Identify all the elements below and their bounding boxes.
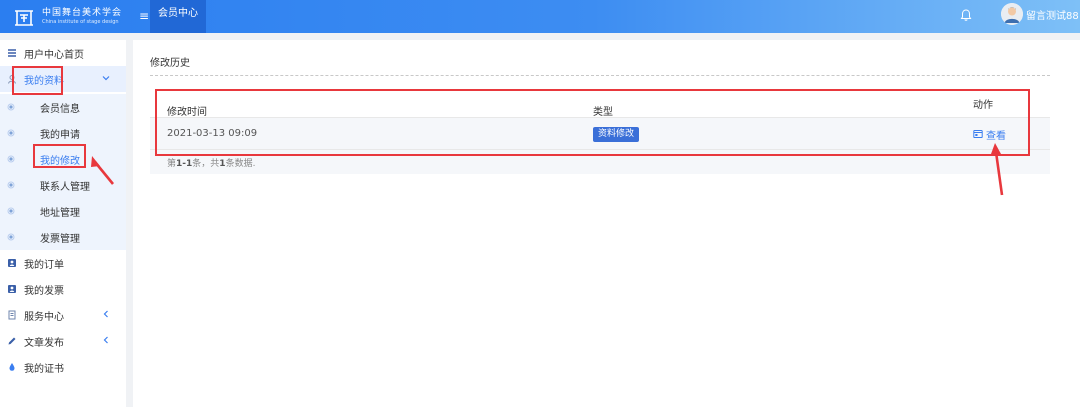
sidebar-subitem-my-applications[interactable]: 我的申请 bbox=[0, 120, 126, 146]
user-name[interactable]: 留言测试88 bbox=[1026, 7, 1079, 22]
column-header-action: 动作 bbox=[973, 100, 993, 111]
order-icon bbox=[8, 259, 16, 267]
sidebar-subitem-label: 会员信息 bbox=[40, 104, 80, 115]
page-title: 修改历史 bbox=[150, 58, 190, 69]
title-divider bbox=[150, 75, 1050, 76]
sidebar-item-my-certificates[interactable]: 我的证书 bbox=[0, 354, 126, 380]
top-bar: 中国舞台美术学会 China institute of stage design… bbox=[0, 0, 1080, 33]
sidebar-subitem-label: 我的修改 bbox=[40, 156, 80, 167]
logo-name-cn: 中国舞台美术学会 bbox=[42, 7, 123, 18]
chevron-left-icon[interactable] bbox=[101, 309, 111, 319]
sidebar-item-label: 服务中心 bbox=[24, 311, 64, 323]
logo-mark-icon bbox=[15, 9, 33, 26]
summary-suffix: 条数据. bbox=[225, 159, 256, 169]
view-icon bbox=[973, 130, 983, 138]
sidebar-item-article-publish[interactable]: 文章发布 bbox=[0, 328, 126, 354]
chevron-down-icon[interactable] bbox=[101, 73, 111, 83]
table-row: 2021-03-13 09:09 资料修改 查看 bbox=[150, 118, 1050, 150]
view-link[interactable]: 查看 bbox=[973, 128, 1006, 142]
sidebar-item-label: 我的订单 bbox=[24, 259, 64, 271]
sidebar-subitem-member-info[interactable]: 会员信息 bbox=[0, 94, 126, 120]
sidebar-subitem-contacts[interactable]: 联系人管理 bbox=[0, 172, 126, 198]
sidebar-subitem-addresses[interactable]: 地址管理 bbox=[0, 198, 126, 224]
logo-name-en: China institute of stage design bbox=[42, 18, 119, 25]
bullet-icon bbox=[7, 233, 15, 241]
certificate-icon bbox=[9, 363, 15, 371]
chevron-left-icon[interactable] bbox=[101, 335, 111, 345]
sidebar: 用户中心首页 我的资料 会员信息 我的申请 我的修改 联系人管理 地址管理 发票… bbox=[0, 40, 126, 407]
pagination-summary: 第1-1条，共1条数据. bbox=[167, 156, 255, 169]
logo-text: 中国舞台美术学会 China institute of stage design bbox=[42, 8, 122, 26]
sidebar-item-label: 我的资料 bbox=[24, 75, 64, 87]
summary-range: 1-1 bbox=[176, 159, 193, 169]
bullet-icon bbox=[7, 207, 15, 215]
sidebar-subitem-label: 联系人管理 bbox=[40, 182, 90, 193]
avatar[interactable] bbox=[1001, 3, 1023, 25]
user-profile-icon bbox=[8, 75, 16, 84]
sidebar-item-home[interactable]: 用户中心首页 bbox=[0, 40, 126, 66]
bullet-icon bbox=[7, 181, 15, 189]
sidebar-item-service-center[interactable]: 服务中心 bbox=[0, 302, 126, 328]
sidebar-item-my-orders[interactable]: 我的订单 bbox=[0, 250, 126, 276]
sidebar-item-label: 我的发票 bbox=[24, 285, 64, 297]
bell-icon[interactable] bbox=[959, 8, 973, 22]
sidebar-subitem-my-modifications[interactable]: 我的修改 bbox=[0, 146, 126, 172]
type-badge: 资料修改 bbox=[593, 127, 640, 142]
sidebar-subitem-invoice-management[interactable]: 发票管理 bbox=[0, 224, 126, 250]
table-header-row: 修改时间 类型 动作 bbox=[150, 88, 1050, 118]
sidebar-subitem-label: 地址管理 bbox=[40, 208, 80, 219]
bullet-icon bbox=[7, 129, 15, 137]
service-icon bbox=[8, 310, 16, 320]
bullet-icon bbox=[7, 155, 15, 163]
sidebar-item-label: 文章发布 bbox=[24, 337, 64, 349]
sidebar-subitem-label: 发票管理 bbox=[40, 234, 80, 245]
pencil-icon bbox=[8, 337, 16, 345]
summary-middle: 条，共 bbox=[192, 159, 220, 169]
sidebar-item-label: 用户中心首页 bbox=[24, 49, 84, 61]
table-footer: 第1-1条，共1条数据. bbox=[150, 150, 1050, 174]
view-link-label: 查看 bbox=[986, 130, 1006, 142]
invoice-icon bbox=[8, 285, 16, 293]
sidebar-item-label: 我的证书 bbox=[24, 363, 64, 375]
column-header-type: 类型 bbox=[593, 107, 613, 118]
main-panel: 修改历史 修改时间 类型 动作 2021-03-13 09:09 资料修改 查看… bbox=[133, 40, 1080, 407]
site-logo[interactable]: 中国舞台美术学会 China institute of stage design bbox=[12, 3, 132, 30]
avatar-person-icon bbox=[1001, 3, 1023, 25]
column-header-time: 修改时间 bbox=[167, 107, 207, 118]
sidebar-item-my-invoices[interactable]: 我的发票 bbox=[0, 276, 126, 302]
tab-member-center[interactable]: 会员中心 bbox=[150, 0, 206, 33]
summary-prefix: 第 bbox=[167, 159, 177, 169]
menu-icon bbox=[8, 49, 16, 57]
bullet-icon bbox=[7, 103, 15, 111]
cell-time: 2021-03-13 09:09 bbox=[167, 128, 258, 139]
sidebar-subitem-label: 我的申请 bbox=[40, 130, 80, 141]
menu-toggle-icon[interactable]: ≡ bbox=[137, 8, 151, 24]
sidebar-item-my-profile[interactable]: 我的资料 bbox=[0, 66, 126, 92]
